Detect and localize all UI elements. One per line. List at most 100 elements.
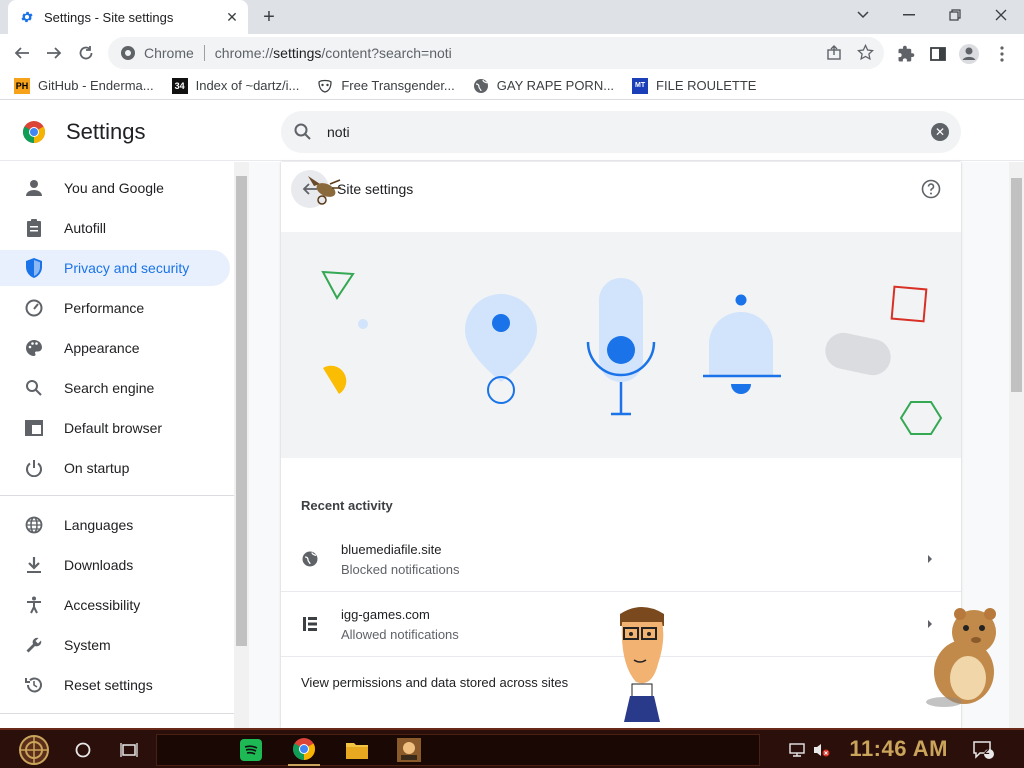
kebab-menu-icon[interactable] [991,43,1013,65]
page-title: Settings [66,119,146,144]
sidebar-item-default-browser[interactable]: Default browser [0,410,230,446]
start-button[interactable] [10,734,58,766]
sidebar-item-reset-settings[interactable]: Reset settings [0,667,230,703]
sidebar-scrollbar-thumb[interactable] [236,176,247,646]
globe-icon [302,551,318,567]
sidebar-item-downloads[interactable]: Downloads [0,547,230,583]
bookmark-item[interactable]: PH GitHub - Enderma... [14,77,154,94]
browser-toolbar: Chrome chrome://settings/content?search=… [0,34,1024,72]
bookmark-item[interactable]: 34 Index of ~dartz/i... [171,77,299,94]
sidebar-item-search-engine[interactable]: Search engine [0,370,230,406]
game-app-icon[interactable] [394,734,424,766]
power-icon [24,458,44,478]
globe-icon [473,78,489,94]
permissions-illustration [321,270,943,435]
bookmark-item[interactable]: Free Transgender... [317,78,455,94]
sidebar-item-label: Privacy and security [64,260,190,276]
back-arrow-icon[interactable] [9,41,35,65]
profile-avatar-icon[interactable] [958,43,980,65]
cursor-bug-icon [308,176,341,205]
sidebar-item-on-startup[interactable]: On startup [0,450,230,486]
help-icon[interactable] [921,179,941,199]
url-path: /content?search=noti [321,45,452,61]
sidebar-item-privacy-and-security[interactable]: Privacy and security [0,250,230,286]
mask-icon [317,78,333,94]
person-icon [24,178,44,198]
notification-center-icon[interactable] [970,734,996,766]
main-scrollbar-thumb[interactable] [1011,178,1022,392]
sidebar-item-label: Languages [64,517,134,533]
card-title: Site settings [337,181,414,197]
clear-search-icon[interactable]: ✕ [931,123,949,141]
sidebar-item-label: On startup [64,460,130,476]
bookmark-label: GitHub - Enderma... [38,78,154,93]
volume-muted-icon[interactable] [810,734,832,766]
notification-count: 2 [984,746,990,757]
sidebar-item-label: Default browser [64,420,163,436]
speedometer-icon [24,298,44,318]
roulette-icon: MT [632,77,649,94]
sidebar-item-label: Reset settings [64,677,153,693]
sidebar-item-label: Performance [64,300,145,316]
settings-gear-icon [21,11,33,23]
sidebar-item-accessibility[interactable]: Accessibility [0,587,230,623]
site-settings-illustration [281,232,961,458]
share-icon[interactable] [826,45,842,64]
bookmark-star-icon[interactable] [856,43,875,64]
task-view-icon[interactable] [116,734,142,766]
download-icon [24,555,44,575]
browser-icon [24,418,44,438]
bookmark-label: FILE ROULETTE [656,78,757,93]
side-panel-icon[interactable] [927,43,949,65]
file-explorer-icon[interactable] [342,734,372,766]
bookmark-label: Free Transgender... [341,78,455,93]
tab-search-chevron-icon[interactable] [840,0,886,30]
hamster-mascot [926,608,996,707]
omnibox[interactable]: Chrome chrome://settings/content?search=… [108,37,884,69]
restore-button[interactable] [932,0,978,30]
search-input[interactable] [327,122,887,142]
reset-icon [24,675,44,695]
sidebar-divider [0,495,234,496]
tab-title: Settings - Site settings [44,9,174,25]
close-window-button[interactable] [978,0,1024,30]
sidebar-item-performance[interactable]: Performance [0,290,230,326]
chrome-app-icon[interactable] [288,734,320,766]
recent-site-row[interactable]: bluemediafile.site Blocked notifications [281,528,961,592]
sidebar-item-label: System [64,637,111,653]
browser-tab[interactable]: Settings - Site settings ✕ [8,0,248,34]
ph-icon: PH [14,77,30,94]
card-header: Site settings [281,162,961,216]
sidebar-item-label: Downloads [64,557,134,573]
sidebar-item-autofill[interactable]: Autofill [0,210,230,246]
bookmark-item[interactable]: GAY RAPE PORN... [473,78,614,94]
minimize-button[interactable] [886,0,932,30]
new-tab-button[interactable]: + [258,6,280,28]
reload-icon[interactable] [73,41,99,65]
bookmark-item[interactable]: MT FILE ROULETTE [632,77,757,94]
clipboard-icon [24,218,44,238]
forward-arrow-icon[interactable] [41,41,67,65]
url-host: settings [273,45,322,61]
chevron-right-icon [928,555,932,563]
sidebar-item-you-and-google[interactable]: You and Google [0,170,230,206]
extensions-puzzle-icon[interactable] [895,43,917,65]
url-scheme: chrome:// [214,45,274,61]
cortana-search-icon[interactable] [70,734,96,766]
site-name: bluemediafile.site [341,542,442,557]
tab-close-icon[interactable]: ✕ [222,7,242,27]
chrome-chip-icon [121,46,135,60]
settings-sidebar: You and Google Autofill Privacy and secu… [0,162,234,728]
index-icon: 34 [171,77,188,94]
taskbar-clock[interactable]: 11:46 AM [849,736,948,762]
site-favicon-icon [303,617,317,631]
site-status: Blocked notifications [341,562,460,577]
cartoon-man-mascot [620,607,664,722]
sidebar-item-appearance[interactable]: Appearance [0,330,230,366]
spotify-app-icon[interactable] [236,734,266,766]
settings-search-box[interactable]: ✕ [281,111,961,153]
view-permissions-link[interactable]: View permissions and data stored across … [301,675,568,690]
network-icon[interactable] [786,734,808,766]
sidebar-item-system[interactable]: System [0,627,230,663]
sidebar-item-languages[interactable]: Languages [0,507,230,543]
